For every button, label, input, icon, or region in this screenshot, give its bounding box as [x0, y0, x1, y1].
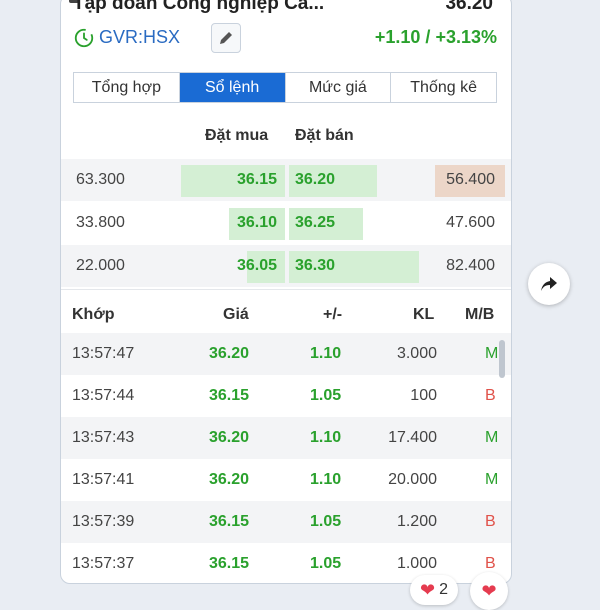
col-header-price: Giá	[223, 306, 249, 323]
match-row: 13:57:41 36.20 1.10 20.000 M	[61, 459, 511, 501]
match-row: 13:57:39 36.15 1.05 1.200 B	[61, 501, 511, 543]
realtime-clock-icon	[74, 28, 94, 48]
sell-price[interactable]: 36.30	[295, 257, 335, 275]
match-side: M	[485, 429, 499, 446]
match-change: 1.10	[310, 429, 342, 446]
match-price: 36.15	[209, 555, 250, 572]
match-row: 13:57:47 36.20 1.10 3.000 M	[61, 333, 511, 375]
match-price: 36.15	[209, 513, 250, 530]
match-time: 13:57:47	[72, 345, 135, 362]
buy-price[interactable]: 36.05	[237, 257, 277, 275]
buy-header: Đặt mua	[205, 127, 269, 144]
buy-volume: 22.000	[76, 257, 125, 274]
heart-icon: ❤	[420, 580, 436, 600]
buy-volume: 63.300	[76, 171, 125, 188]
company-name: Tập đoàn Công nghiệp Ca...	[73, 0, 325, 14]
title-row: Tập đoàn Công nghiệp Ca... 36.20	[61, 0, 511, 17]
match-row: 13:57:43 36.20 1.10 17.400 M	[61, 417, 511, 459]
share-button[interactable]	[528, 263, 570, 305]
reaction-summary[interactable]: ❤ 2	[410, 575, 458, 605]
match-side: B	[485, 555, 496, 572]
match-time: 13:57:43	[72, 429, 135, 446]
buy-volume: 33.800	[76, 214, 125, 231]
col-header-side: M/B	[465, 306, 495, 323]
match-volume: 100	[410, 387, 437, 404]
match-price: 36.20	[209, 345, 250, 362]
sell-volume: 56.400	[446, 171, 495, 188]
price-change: +1.10 / +3.13%	[374, 27, 497, 47]
sell-price[interactable]: 36.20	[295, 171, 335, 189]
orderbook-row: 33.800 36.10 36.25 47.600	[61, 202, 511, 244]
col-header-time: Khớp	[72, 306, 115, 323]
match-change: 1.05	[310, 387, 342, 404]
tab-bar: Tổng hợp Sổ lệnh Mức giá Thống kê	[73, 72, 497, 103]
symbol-row: GVR:HSX +1.10 / +3.13%	[73, 23, 503, 53]
match-change: 1.10	[310, 345, 342, 362]
tab-statistics[interactable]: Thống kê	[391, 73, 496, 102]
match-side: B	[485, 387, 496, 404]
match-change: 1.05	[310, 513, 342, 530]
sell-header: Đặt bán	[295, 127, 354, 144]
edit-button[interactable]	[211, 23, 241, 53]
stock-widget-card: Tập đoàn Công nghiệp Ca... 36.20 GVR:HSX…	[60, 0, 512, 584]
orderbook-row: 22.000 36.05 36.30 82.400	[61, 245, 511, 287]
heart-icon: ❤	[481, 581, 497, 601]
tab-order-book[interactable]: Sổ lệnh	[179, 73, 286, 102]
sell-volume: 47.600	[446, 214, 495, 231]
buy-price[interactable]: 36.10	[237, 214, 277, 232]
match-volume: 3.000	[396, 345, 437, 362]
match-time: 13:57:37	[72, 555, 135, 572]
symbol-label[interactable]: GVR:HSX	[99, 27, 180, 48]
match-change: 1.05	[310, 555, 342, 572]
pencil-icon	[220, 32, 232, 44]
match-volume: 17.400	[388, 429, 437, 446]
tab-summary[interactable]: Tổng hợp	[74, 73, 180, 102]
sell-volume: 82.400	[446, 257, 495, 274]
match-side: B	[485, 513, 496, 530]
match-row: 13:57:44 36.15 1.05 100 B	[61, 375, 511, 417]
buy-price[interactable]: 36.15	[237, 171, 277, 189]
match-table-scrollbar[interactable]	[499, 340, 505, 378]
match-price: 36.20	[209, 429, 250, 446]
match-volume: 1.200	[396, 513, 437, 530]
col-header-volume: KL	[413, 306, 435, 323]
current-price: 36.20	[445, 0, 493, 14]
section-divider	[61, 289, 511, 290]
share-arrow-icon	[541, 277, 557, 291]
reaction-count: 2	[439, 581, 448, 598]
col-header-change: +/-	[323, 306, 343, 323]
match-time: 13:57:44	[72, 387, 135, 404]
react-button[interactable]: ❤	[470, 572, 508, 610]
match-volume: 1.000	[396, 555, 437, 572]
match-time: 13:57:39	[72, 513, 135, 530]
match-side: M	[485, 471, 499, 488]
match-side: M	[485, 345, 499, 362]
match-time: 13:57:41	[72, 471, 135, 488]
orderbook-row: 63.300 36.15 36.20 56.400	[61, 159, 511, 201]
match-price: 36.15	[209, 387, 250, 404]
match-volume: 20.000	[388, 471, 437, 488]
match-price: 36.20	[209, 471, 250, 488]
sell-price[interactable]: 36.25	[295, 214, 335, 232]
tab-price-levels[interactable]: Mức giá	[285, 73, 392, 102]
match-change: 1.10	[310, 471, 342, 488]
